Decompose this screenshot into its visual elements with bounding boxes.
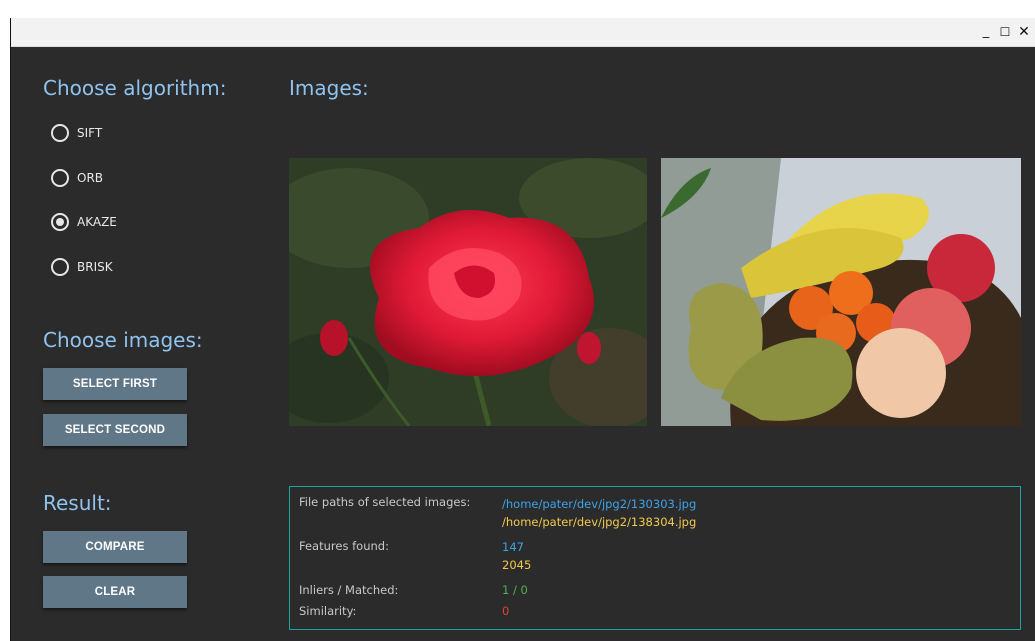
radio-akaze[interactable]: AKAZE: [51, 212, 117, 232]
radio-label: SIFT: [77, 126, 103, 140]
first-image-rose: [289, 158, 647, 426]
radio-brisk[interactable]: BRISK: [51, 257, 113, 277]
inliers-label: Inliers / Matched:: [299, 583, 399, 597]
radio-circle[interactable]: [51, 258, 69, 276]
radio-circle[interactable]: [51, 124, 69, 142]
maximize-icon[interactable]: ☐: [996, 23, 1014, 41]
radio-circle[interactable]: [51, 169, 69, 187]
images-heading: Images:: [289, 76, 369, 100]
second-image-fruit: [661, 158, 1021, 426]
similarity-label: Similarity:: [299, 604, 357, 618]
app-window: _ ☐ ✕ Choose algorithm: SIFT ORB AKAZE B…: [10, 18, 1035, 641]
radio-label: BRISK: [77, 260, 113, 274]
compare-button[interactable]: COMPARE: [43, 531, 187, 563]
clear-button[interactable]: CLEAR: [43, 576, 187, 608]
minimize-icon[interactable]: _: [977, 23, 995, 41]
radio-circle-checked[interactable]: [51, 213, 69, 231]
radio-label: ORB: [77, 171, 104, 185]
file-paths-label: File paths of selected images:: [299, 495, 471, 509]
file-path-first: /home/pater/dev/jpg2/130303.jpg: [502, 497, 697, 511]
file-path-second: /home/pater/dev/jpg2/138304.jpg: [502, 515, 697, 529]
results-panel: File paths of selected images: /home/pat…: [289, 486, 1021, 630]
close-icon[interactable]: ✕: [1015, 23, 1033, 41]
features-label: Features found:: [299, 539, 389, 553]
features-second: 2045: [502, 558, 532, 572]
select-first-button[interactable]: SELECT FIRST: [43, 368, 187, 400]
inliers-value: 1 / 0: [502, 583, 528, 597]
title-bar: _ ☐ ✕: [11, 18, 1035, 47]
images-choose-heading: Choose images:: [43, 328, 203, 352]
select-second-button[interactable]: SELECT SECOND: [43, 414, 187, 446]
radio-label: AKAZE: [77, 215, 117, 229]
radio-orb[interactable]: ORB: [51, 168, 103, 188]
algorithm-heading: Choose algorithm:: [43, 76, 227, 100]
radio-sift[interactable]: SIFT: [51, 123, 102, 143]
result-heading: Result:: [43, 491, 112, 515]
features-first: 147: [502, 540, 524, 554]
similarity-value: 0: [502, 604, 510, 618]
